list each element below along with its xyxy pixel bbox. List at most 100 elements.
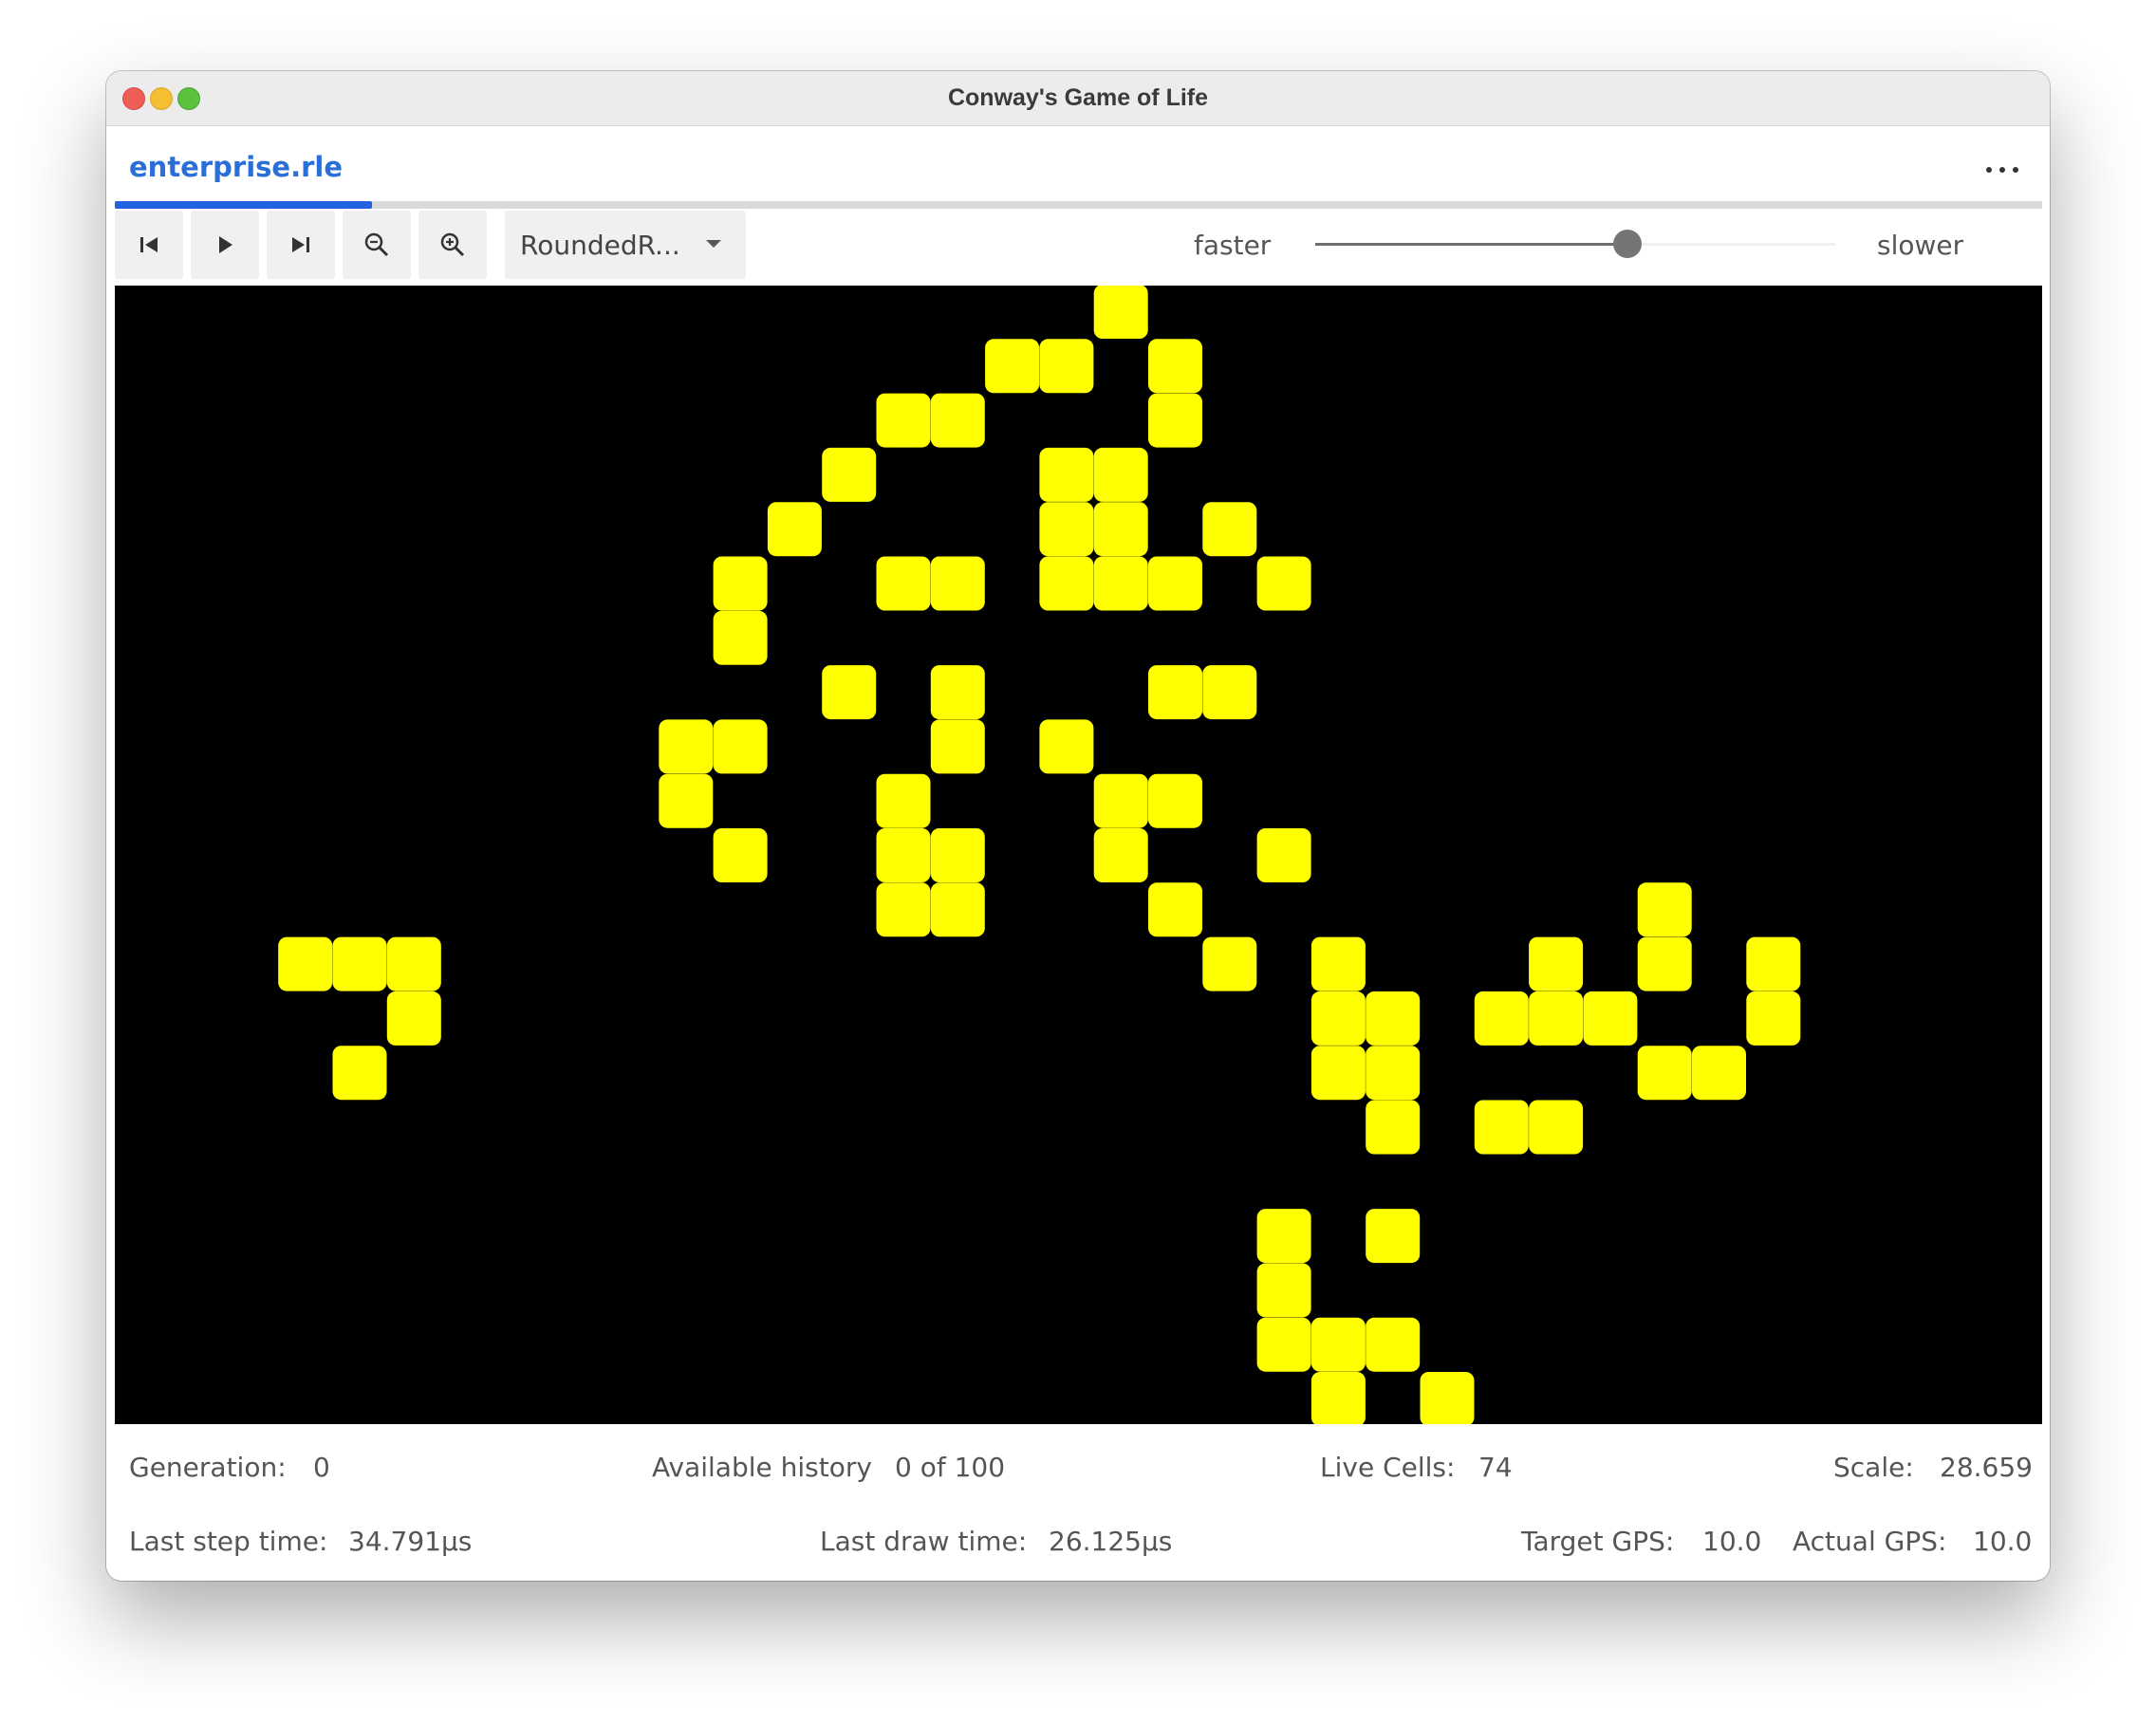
history-label: Available history <box>652 1452 872 1483</box>
speed-slower-label: slower <box>1877 230 1964 261</box>
live-cell <box>713 610 768 665</box>
window-title: Conway's Game of Life <box>947 84 1209 111</box>
generation-value: 0 <box>313 1452 330 1483</box>
live-cell <box>1093 828 1148 882</box>
tab-indicator-track <box>115 201 2042 209</box>
live-cell <box>1310 991 1366 1046</box>
draw-time-label: Last draw time: <box>820 1526 1028 1557</box>
step-forward-icon <box>292 237 309 252</box>
cell-grid <box>278 286 1801 1424</box>
more-horizontal-icon[interactable] <box>1983 160 2021 179</box>
toolbar: RoundedR... faster slower <box>115 211 2042 281</box>
title-bar[interactable]: Conway's Game of Life <box>106 71 2050 126</box>
live-cell <box>332 936 387 991</box>
draw-time-value: 26.125µs <box>1049 1526 1173 1557</box>
chevron-down-icon <box>706 240 721 248</box>
live-cell <box>1256 828 1311 882</box>
live-cell <box>1148 665 1202 720</box>
live-cell <box>1583 991 1638 1046</box>
tab-bar: enterprise.rle <box>106 126 2050 202</box>
live-cell <box>767 502 822 557</box>
live-cell <box>1529 936 1584 991</box>
live-cell <box>876 828 931 882</box>
live-cell <box>1039 719 1094 774</box>
speed-faster-label: faster <box>1194 230 1272 261</box>
live-cell <box>1420 1372 1475 1424</box>
live-cell <box>278 936 333 991</box>
live-cell <box>1039 447 1094 502</box>
live-cell <box>1148 556 1202 611</box>
live-cell <box>1256 1263 1311 1318</box>
live-cell <box>713 719 768 774</box>
live-cell <box>1474 991 1529 1046</box>
live-cell <box>930 719 985 774</box>
live-cell <box>659 719 714 774</box>
live-cell <box>1310 1372 1366 1424</box>
live-cell <box>876 556 931 611</box>
live-cell <box>1093 286 1148 339</box>
renderer-select-value: RoundedR... <box>520 230 680 261</box>
live-cell <box>659 773 714 828</box>
scale-label: Scale: <box>1833 1452 1914 1483</box>
actual-gps-label: Actual GPS: <box>1793 1526 1947 1557</box>
step-time-value: 34.791µs <box>348 1526 473 1557</box>
zoom-in-button[interactable] <box>418 211 487 279</box>
live-cell <box>1692 1046 1746 1101</box>
live-cell <box>1637 882 1692 937</box>
zoom-in-icon <box>440 232 465 257</box>
live-cell <box>1366 1317 1421 1372</box>
renderer-select[interactable]: RoundedR... <box>505 211 746 279</box>
live-cell <box>1202 502 1257 557</box>
live-cell <box>1256 556 1311 611</box>
live-cell <box>1256 1209 1311 1264</box>
tab-enterprise-rle[interactable]: enterprise.rle <box>129 151 343 183</box>
live-cell <box>1310 936 1366 991</box>
live-cell <box>1256 1317 1311 1372</box>
target-gps-value: 10.0 <box>1702 1526 1762 1557</box>
step-time-label: Last step time: <box>129 1526 328 1557</box>
app-window: Conway's Game of Life enterprise.rle Rou… <box>106 71 2050 1581</box>
live-cell <box>1202 665 1257 720</box>
live-cell <box>876 773 931 828</box>
live-cells-value: 74 <box>1478 1452 1513 1483</box>
live-cell <box>1093 556 1148 611</box>
live-cell <box>1529 1100 1584 1155</box>
live-cell <box>713 556 768 611</box>
live-cell <box>386 991 441 1046</box>
scale-value: 28.659 <box>1940 1452 2033 1483</box>
speed-slider-fill <box>1315 243 1627 246</box>
live-cell <box>1474 1100 1529 1155</box>
live-cell <box>713 828 768 882</box>
speed-slider[interactable] <box>1315 230 1835 258</box>
play-icon <box>219 236 232 253</box>
step-forward-button[interactable] <box>267 211 335 279</box>
live-cell <box>1039 339 1094 394</box>
live-cell <box>1366 1100 1421 1155</box>
live-cell <box>1093 447 1148 502</box>
live-cell <box>1746 936 1801 991</box>
live-cell <box>1148 882 1202 937</box>
live-cell <box>1148 339 1202 394</box>
live-cell <box>1366 1209 1421 1264</box>
skip-to-start-icon <box>140 237 158 252</box>
live-cell <box>822 447 877 502</box>
active-tab-indicator <box>115 201 372 209</box>
play-button[interactable] <box>191 211 259 279</box>
live-cells-label: Live Cells: <box>1320 1452 1456 1483</box>
live-cell <box>1637 936 1692 991</box>
live-cell <box>822 665 877 720</box>
live-cell <box>1039 556 1094 611</box>
history-value: 0 of 100 <box>895 1452 1006 1483</box>
live-cell <box>332 1046 387 1101</box>
live-cell <box>930 828 985 882</box>
zoom-out-icon <box>364 232 389 257</box>
game-board[interactable] <box>115 286 2042 1424</box>
skip-to-start-button[interactable] <box>115 211 183 279</box>
live-cell <box>1093 773 1148 828</box>
live-cell <box>1093 502 1148 557</box>
live-cell <box>1366 1046 1421 1101</box>
zoom-out-button[interactable] <box>343 211 411 279</box>
speed-slider-thumb[interactable] <box>1612 230 1642 258</box>
generation-label: Generation: <box>129 1452 287 1483</box>
live-cell <box>1746 991 1801 1046</box>
